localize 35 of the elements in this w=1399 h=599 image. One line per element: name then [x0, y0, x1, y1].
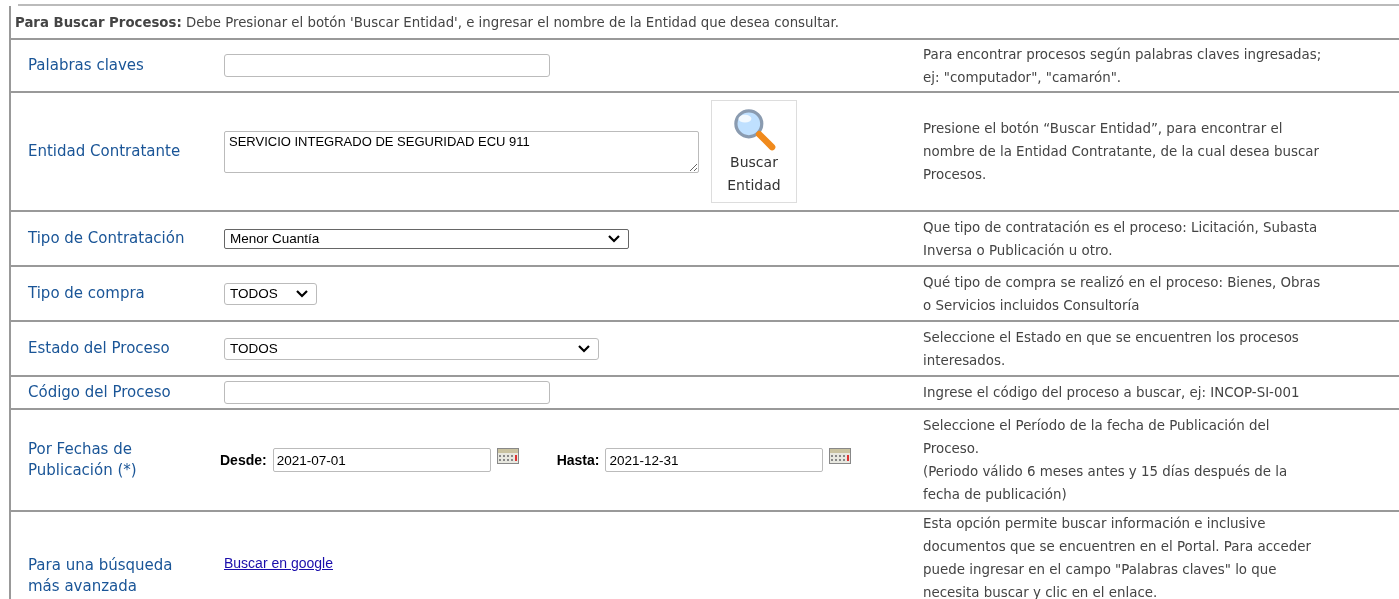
field-label: Tipo de compra: [27, 283, 146, 304]
field-description: Que tipo de contratación es el proceso: Licitación, Subasta Inversa o Publicación u otro.: [922, 218, 1319, 260]
select-field[interactable]: Menor Cuantía: [224, 228, 629, 249]
text-field[interactable]: 2021-12-31: [605, 448, 824, 472]
select-field[interactable]: TODOS: [224, 337, 599, 360]
entity-field[interactable]: SERVICIO INTEGRADO DE SEGURIDAD ECU 911: [224, 130, 699, 173]
field-label: Estado del Proceso: [27, 338, 171, 359]
google-search-link[interactable]: Buscar en google: [224, 555, 333, 571]
text-field[interactable]: 2021-07-01: [272, 448, 491, 472]
text-field[interactable]: [224, 54, 550, 77]
chevron-down-icon: [296, 289, 308, 298]
field-label: Para una búsqueda más avanzada: [27, 555, 174, 597]
instructions-text: Para Buscar Procesos: Debe Presionar el botón 'Buscar Entidad', e ingresar el nombre de la Entidad que desea consultar.: [15, 14, 839, 30]
search-entity-button[interactable]: Buscar Entidad: [711, 100, 797, 203]
field-label: Código del Proceso: [27, 382, 172, 403]
calendar-icon[interactable]: [496, 448, 519, 464]
date-label: Hasta:: [556, 452, 600, 468]
field-label: Entidad Contratante: [27, 141, 182, 162]
field-description: Seleccione el Período de la fecha de Publicación del Proceso. (Periodo válido 6 meses antes y 15 días después de la fecha de publicación): [922, 417, 1289, 504]
chevron-down-icon: [578, 344, 590, 353]
field-label: Por Fechas de Publicación (*): [27, 439, 138, 481]
select-field[interactable]: TODOS: [224, 282, 317, 305]
search-icon: [732, 106, 776, 151]
field-label: Tipo de Contratación: [27, 228, 186, 249]
field-description: Qué tipo de compra se realizó en el proceso: Bienes, Obras o Servicios incluidos Consultoría: [922, 273, 1322, 315]
field-description: Para encontrar procesos según palabras claves ingresadas; ej: "computador", "camarón".: [922, 45, 1323, 87]
text-field[interactable]: [224, 381, 550, 404]
field-description: Seleccione el Estado en que se encuentren los procesos interesados.: [922, 328, 1300, 370]
chevron-down-icon: [608, 234, 620, 243]
field-label: Palabras claves: [27, 55, 145, 76]
field-description: Presione el botón “Buscar Entidad”, para encontrar el nombre de la Entidad Contratante, de la cual desea buscar Procesos.: [922, 120, 1321, 184]
field-description: Ingrese el código del proceso a buscar, ej: INCOP-SI-001: [922, 384, 1301, 402]
calendar-icon[interactable]: [829, 448, 852, 464]
date-label: Desde:: [220, 452, 267, 468]
field-description: Esta opción permite buscar información e inclusive documentos que se encuentren en el Portal. Para acceder puede ingresar en el campo "Palabras claves" lo que necesita buscar y clic en el enlace.: [922, 515, 1312, 599]
